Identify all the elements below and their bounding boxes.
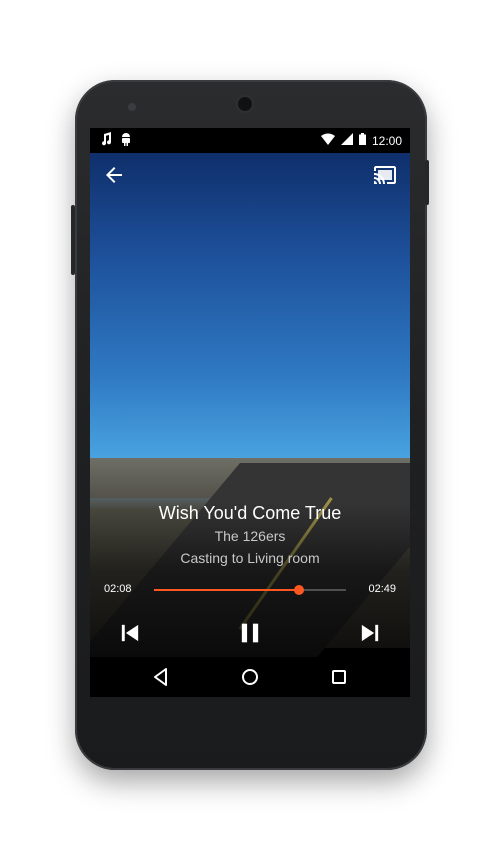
album-art [90,153,410,673]
navigation-bar [90,657,410,697]
skip-previous-icon[interactable] [116,619,144,647]
track-artist: The 126ers [214,528,286,544]
nav-home-icon[interactable] [239,666,261,688]
front-camera [238,97,252,111]
seek-bar-progress [154,589,300,591]
nav-back-icon[interactable] [150,666,172,688]
status-bar: 12:00 [90,128,410,153]
playback-controls [90,611,410,657]
time-elapsed: 02:08 [104,583,132,595]
time-total: 02:49 [368,583,396,595]
signal-icon [340,133,353,148]
seek-bar[interactable] [154,585,346,595]
volume-button [71,205,75,275]
skip-next-icon[interactable] [356,619,384,647]
sensor-dot [128,103,136,111]
wifi-icon [320,133,335,148]
status-clock: 12:00 [371,133,402,148]
casting-status: Casting to Living room [180,550,320,566]
arrow-back-icon[interactable] [102,163,126,187]
nav-recents-icon[interactable] [328,666,350,688]
cast-icon[interactable] [372,163,398,187]
android-icon [120,132,132,149]
top-controls [90,153,410,197]
power-button [425,160,429,205]
music-note-icon [100,132,112,149]
screen: 12:00 Wish You'd Come True The 126ers Ca… [90,128,410,697]
track-title: Wish You'd Come True [158,503,342,523]
pause-icon[interactable] [236,619,264,647]
battery-icon [358,133,366,148]
